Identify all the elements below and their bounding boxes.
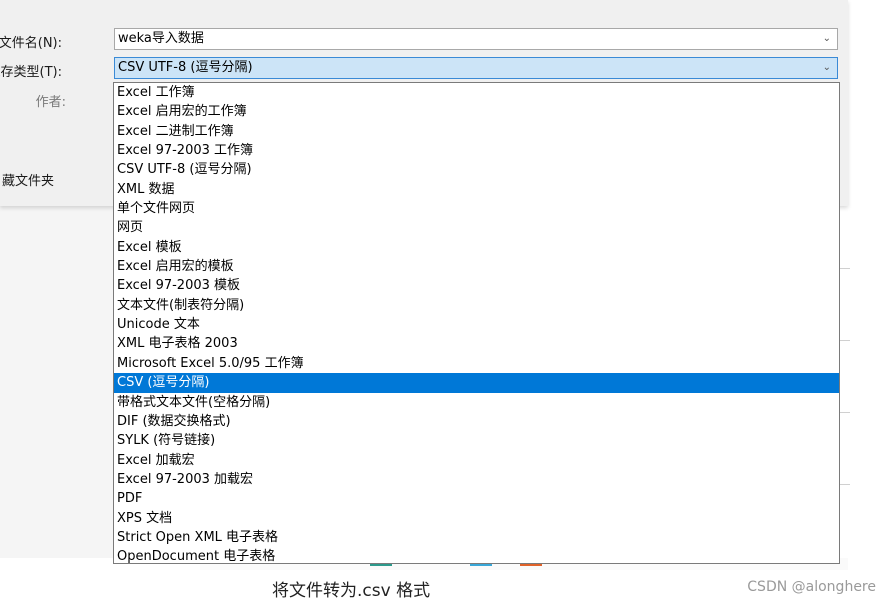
dropdown-option[interactable]: OpenDocument 电子表格 (114, 547, 839, 563)
dropdown-option[interactable]: XML 电子表格 2003 (114, 334, 839, 353)
dropdown-option[interactable]: CSV (逗号分隔) (114, 373, 839, 393)
dropdown-option[interactable]: Excel 启用宏的模板 (114, 257, 839, 276)
dropdown-option[interactable]: 单个文件网页 (114, 199, 839, 218)
dropdown-option[interactable]: PDF (114, 489, 839, 508)
dropdown-option[interactable]: Excel 加载宏 (114, 451, 839, 470)
author-label: 作者: (35, 95, 66, 110)
dropdown-option[interactable]: Excel 97-2003 加载宏 (114, 470, 839, 489)
watermark: CSDN @alonghere (747, 579, 876, 595)
dropdown-option[interactable]: Excel 97-2003 工作簿 (114, 141, 839, 160)
filename-field[interactable]: weka导入数据 ⌄ (114, 28, 838, 50)
dropdown-option[interactable]: CSV UTF-8 (逗号分隔) (114, 160, 839, 179)
dropdown-option[interactable]: Excel 二进制工作簿 (114, 122, 839, 141)
dropdown-option[interactable]: 带格式文本文件(空格分隔) (114, 393, 839, 412)
filename-value: weka导入数据 (118, 31, 204, 46)
dropdown-option[interactable]: Excel 启用宏的工作簿 (114, 102, 839, 121)
background-right (848, 0, 890, 570)
dropdown-option[interactable]: Unicode 文本 (114, 315, 839, 334)
chevron-down-icon[interactable]: ⌄ (823, 29, 831, 49)
savetype-label: 保存类型(T): (0, 65, 62, 80)
savetype-dropdown-list[interactable]: Excel 工作簿 Excel 启用宏的工作簿 Excel 二进制工作簿 Excel … (113, 82, 840, 564)
savetype-value: CSV UTF-8 (逗号分隔) (118, 60, 253, 75)
dropdown-option[interactable]: XML 数据 (114, 180, 839, 199)
background-dividers (840, 206, 850, 558)
dropdown-option[interactable]: Strict Open XML 电子表格 (114, 528, 839, 547)
dropdown-option[interactable]: 文本文件(制表符分隔) (114, 296, 839, 315)
dropdown-option[interactable]: SYLK (符号链接) (114, 431, 839, 450)
filename-label: 文件名(N): (0, 36, 62, 51)
caption: 将文件转为.csv 格式 (272, 581, 431, 601)
dropdown-option[interactable]: Excel 模板 (114, 238, 839, 257)
dropdown-option[interactable]: Excel 工作簿 (114, 83, 839, 102)
dropdown-option[interactable]: 网页 (114, 218, 839, 237)
dropdown-option[interactable]: Microsoft Excel 5.0/95 工作簿 (114, 354, 839, 373)
dropdown-option[interactable]: Excel 97-2003 模板 (114, 276, 839, 295)
dropdown-option[interactable]: XPS 文档 (114, 509, 839, 528)
chevron-down-icon[interactable]: ⌄ (823, 58, 831, 78)
dropdown-option[interactable]: DIF (数据交换格式) (114, 412, 839, 431)
savetype-select[interactable]: CSV UTF-8 (逗号分隔) ⌄ (114, 57, 838, 79)
hide-folders-link[interactable]: 藏文件夹 (2, 170, 54, 189)
